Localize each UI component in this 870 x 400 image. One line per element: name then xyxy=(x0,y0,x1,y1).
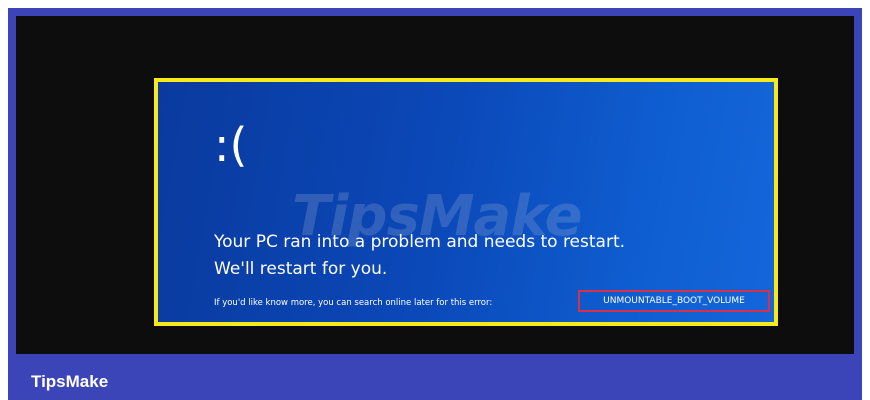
error-message-line-1: Your PC ran into a problem and needs to … xyxy=(214,232,626,252)
sad-face-icon: :( xyxy=(214,118,248,172)
footer-brand: TipsMake xyxy=(31,372,109,391)
article-image-frame: :( TipsMake Your PC ran into a problem a… xyxy=(8,8,862,400)
error-message-line-2: We'll restart for you. xyxy=(214,259,388,279)
blue-screen-of-death: :( TipsMake Your PC ran into a problem a… xyxy=(154,78,778,326)
more-info-text: If you'd like know more, you can search … xyxy=(214,298,493,308)
stop-code: UNMOUNTABLE_BOOT_VOLUME xyxy=(578,290,770,312)
screen-area: :( TipsMake Your PC ran into a problem a… xyxy=(16,16,854,354)
